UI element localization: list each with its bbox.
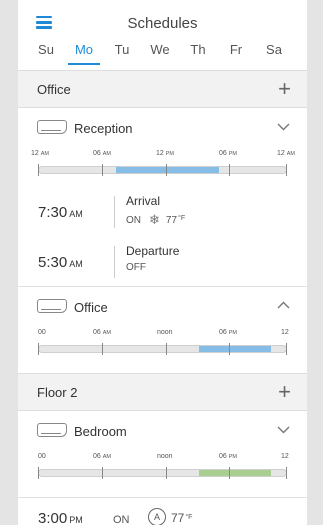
tick-mark (166, 467, 167, 479)
event-temp: 77°F (171, 511, 193, 525)
event-name: Arrival (126, 194, 161, 208)
room-row-office[interactable]: Office (18, 287, 307, 327)
event-detail: OFF (126, 262, 146, 273)
schedule-event-departure[interactable]: 5:30 AM Departure OFF (18, 238, 307, 286)
event-state: ON (113, 514, 130, 525)
room-name: Reception (74, 121, 133, 136)
tick-label: 06 AM (93, 150, 111, 157)
chevron-down-icon[interactable] (277, 423, 290, 436)
auto-mode-icon: A (148, 508, 166, 525)
timeline-track (38, 469, 287, 477)
tick-mark (166, 343, 167, 355)
room-row-reception[interactable]: Reception (18, 108, 307, 148)
tick-label: noon (157, 453, 173, 460)
header: Schedules Su Mo Tu We Th Fr Sa (18, 0, 307, 70)
tick-mark (286, 164, 287, 176)
timeline[interactable]: 00 06 AM noon 06 PM 12 (18, 327, 307, 367)
tick-mark (229, 343, 230, 355)
tick-label: 06 PM (219, 150, 237, 157)
tick-mark (229, 467, 230, 479)
event-temp: 77°F (165, 214, 186, 226)
snowflake-sun-icon: ❄ (149, 212, 160, 227)
tick-label: 06 AM (93, 453, 111, 460)
divider (114, 246, 115, 278)
event-time: 7:30 AM (38, 204, 83, 221)
tab-sa[interactable]: Sa (258, 40, 290, 70)
schedule-event[interactable]: 3:00 PM ON A 77°F (18, 498, 307, 525)
timeline-track (38, 345, 287, 353)
app-screen: Schedules Su Mo Tu We Th Fr Sa Office + … (18, 0, 307, 525)
timeline-fill (198, 346, 271, 352)
group-name: Floor 2 (37, 385, 78, 400)
tab-we[interactable]: We (144, 40, 176, 70)
add-icon[interactable]: + (278, 77, 291, 101)
add-icon[interactable]: + (278, 380, 291, 404)
group-header-floor-2: Floor 2 + (18, 373, 307, 411)
tick-mark (229, 164, 230, 176)
room-row-bedroom[interactable]: Bedroom (18, 411, 307, 451)
tab-fr[interactable]: Fr (220, 40, 252, 70)
timeline-track (38, 166, 287, 174)
event-state: OFF (126, 262, 146, 273)
timeline[interactable]: 12 AM 06 AM 12 PM 06 PM 12 AM (18, 148, 307, 188)
timeline[interactable]: 00 06 AM noon 06 PM 12 (18, 451, 307, 491)
day-tabs: Su Mo Tu We Th Fr Sa (18, 40, 307, 70)
chevron-up-icon[interactable] (277, 299, 290, 312)
air-conditioner-icon (37, 120, 67, 134)
group-name: Office (37, 82, 71, 97)
tick-mark (102, 164, 103, 176)
tick-mark (286, 343, 287, 355)
air-conditioner-icon (37, 299, 67, 313)
event-state: ON (126, 214, 141, 226)
page-title: Schedules (127, 15, 198, 32)
tick-label: 06 AM (93, 329, 111, 336)
tick-label: 06 PM (219, 453, 237, 460)
tick-label: 12 AM (31, 150, 49, 157)
tick-label: noon (157, 329, 173, 336)
tick-label: 12 (281, 329, 289, 336)
tick-label: 12 (281, 453, 289, 460)
timeline-fill (116, 167, 220, 173)
schedule-event-arrival[interactable]: 7:30 AM Arrival ON ❄ 77°F (18, 188, 307, 238)
tick-mark (38, 343, 39, 355)
air-conditioner-icon (37, 423, 67, 437)
tick-mark (102, 343, 103, 355)
tab-tu[interactable]: Tu (106, 40, 138, 70)
tick-label: 06 PM (219, 329, 237, 336)
tick-label: 00 (38, 329, 46, 336)
event-time: 3:00 PM (38, 510, 83, 525)
tick-label: 00 (38, 453, 46, 460)
tab-th[interactable]: Th (182, 40, 214, 70)
tab-su[interactable]: Su (30, 40, 62, 70)
tick-mark (286, 467, 287, 479)
room-name: Office (74, 300, 108, 315)
tick-label: 12 PM (156, 150, 174, 157)
tick-mark (38, 467, 39, 479)
tab-mo[interactable]: Mo (68, 40, 100, 70)
divider (114, 196, 115, 228)
tick-mark (38, 164, 39, 176)
chevron-down-icon[interactable] (277, 120, 290, 133)
tick-mark (166, 164, 167, 176)
tick-mark (102, 467, 103, 479)
event-name: Departure (126, 244, 180, 258)
event-time: 5:30 AM (38, 254, 83, 271)
room-name: Bedroom (74, 424, 127, 439)
group-header-office: Office + (18, 70, 307, 108)
tick-label: 12 AM (277, 150, 295, 157)
event-detail: ON ❄ 77°F (126, 212, 185, 228)
timeline-fill (198, 470, 271, 476)
